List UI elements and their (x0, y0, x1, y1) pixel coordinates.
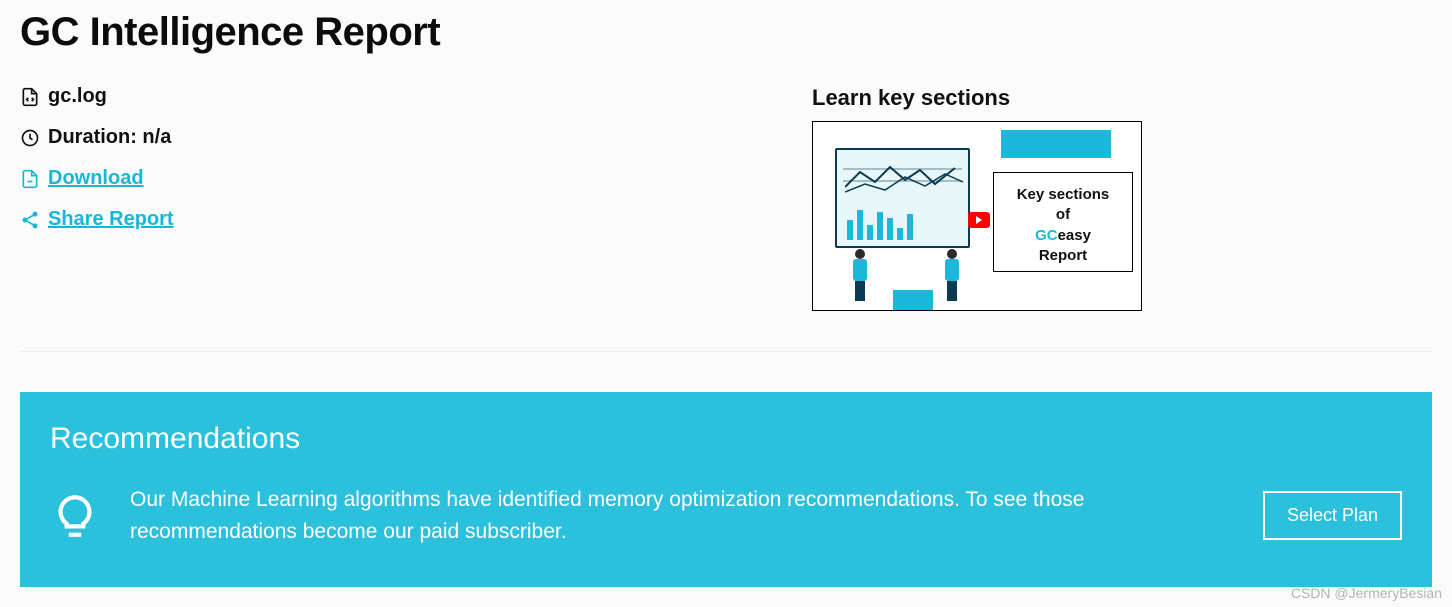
thumb-person-icon (943, 249, 961, 304)
pdf-file-icon (20, 169, 40, 189)
clock-icon (20, 128, 40, 148)
thumb-title-card: Key sections of GCeasy Report (993, 172, 1133, 272)
share-icon (20, 210, 40, 230)
youtube-play-icon (968, 212, 990, 228)
thumb-card-line: GCeasy (994, 226, 1132, 246)
thumb-card-line: Key sections (994, 185, 1132, 205)
filename-row: gc.log (20, 85, 772, 108)
recommendations-panel: Recommendations Our Machine Learning alg… (20, 392, 1432, 587)
download-row: Download (20, 167, 772, 190)
learn-heading: Learn key sections (812, 85, 1432, 111)
thumb-card-line: Report (994, 246, 1132, 266)
duration-row: Duration: n/a (20, 126, 772, 149)
recommendations-body: Our Machine Learning algorithms have ide… (50, 484, 1402, 547)
code-file-icon (20, 87, 40, 107)
watermark-text: CSDN @JermeryBesian (1291, 585, 1442, 601)
thumb-chart-illustration (835, 148, 970, 248)
share-report-link[interactable]: Share Report (48, 208, 174, 231)
thumb-person-icon (851, 249, 869, 304)
lightbulb-icon (50, 486, 100, 546)
recommendations-text: Our Machine Learning algorithms have ide… (130, 484, 1233, 547)
thumb-accent-bar (893, 290, 933, 310)
report-meta-row: gc.log Duration: n/a (20, 85, 1432, 352)
download-link[interactable]: Download (48, 167, 144, 190)
thumb-accent-bar (1001, 130, 1111, 158)
thumb-card-line: of (994, 205, 1132, 225)
page-title: GC Intelligence Report (20, 0, 1432, 85)
filename-text: gc.log (48, 85, 107, 108)
recommendations-title: Recommendations (50, 422, 1402, 456)
learn-video-thumbnail[interactable]: Key sections of GCeasy Report (812, 121, 1142, 311)
learn-column: Learn key sections Key sections of GCeas… (812, 85, 1432, 311)
duration-text: Duration: n/a (48, 126, 171, 149)
thumb-chart-line (845, 162, 965, 202)
select-plan-button[interactable]: Select Plan (1263, 491, 1402, 540)
share-row: Share Report (20, 208, 772, 231)
meta-column: gc.log Duration: n/a (20, 85, 772, 311)
